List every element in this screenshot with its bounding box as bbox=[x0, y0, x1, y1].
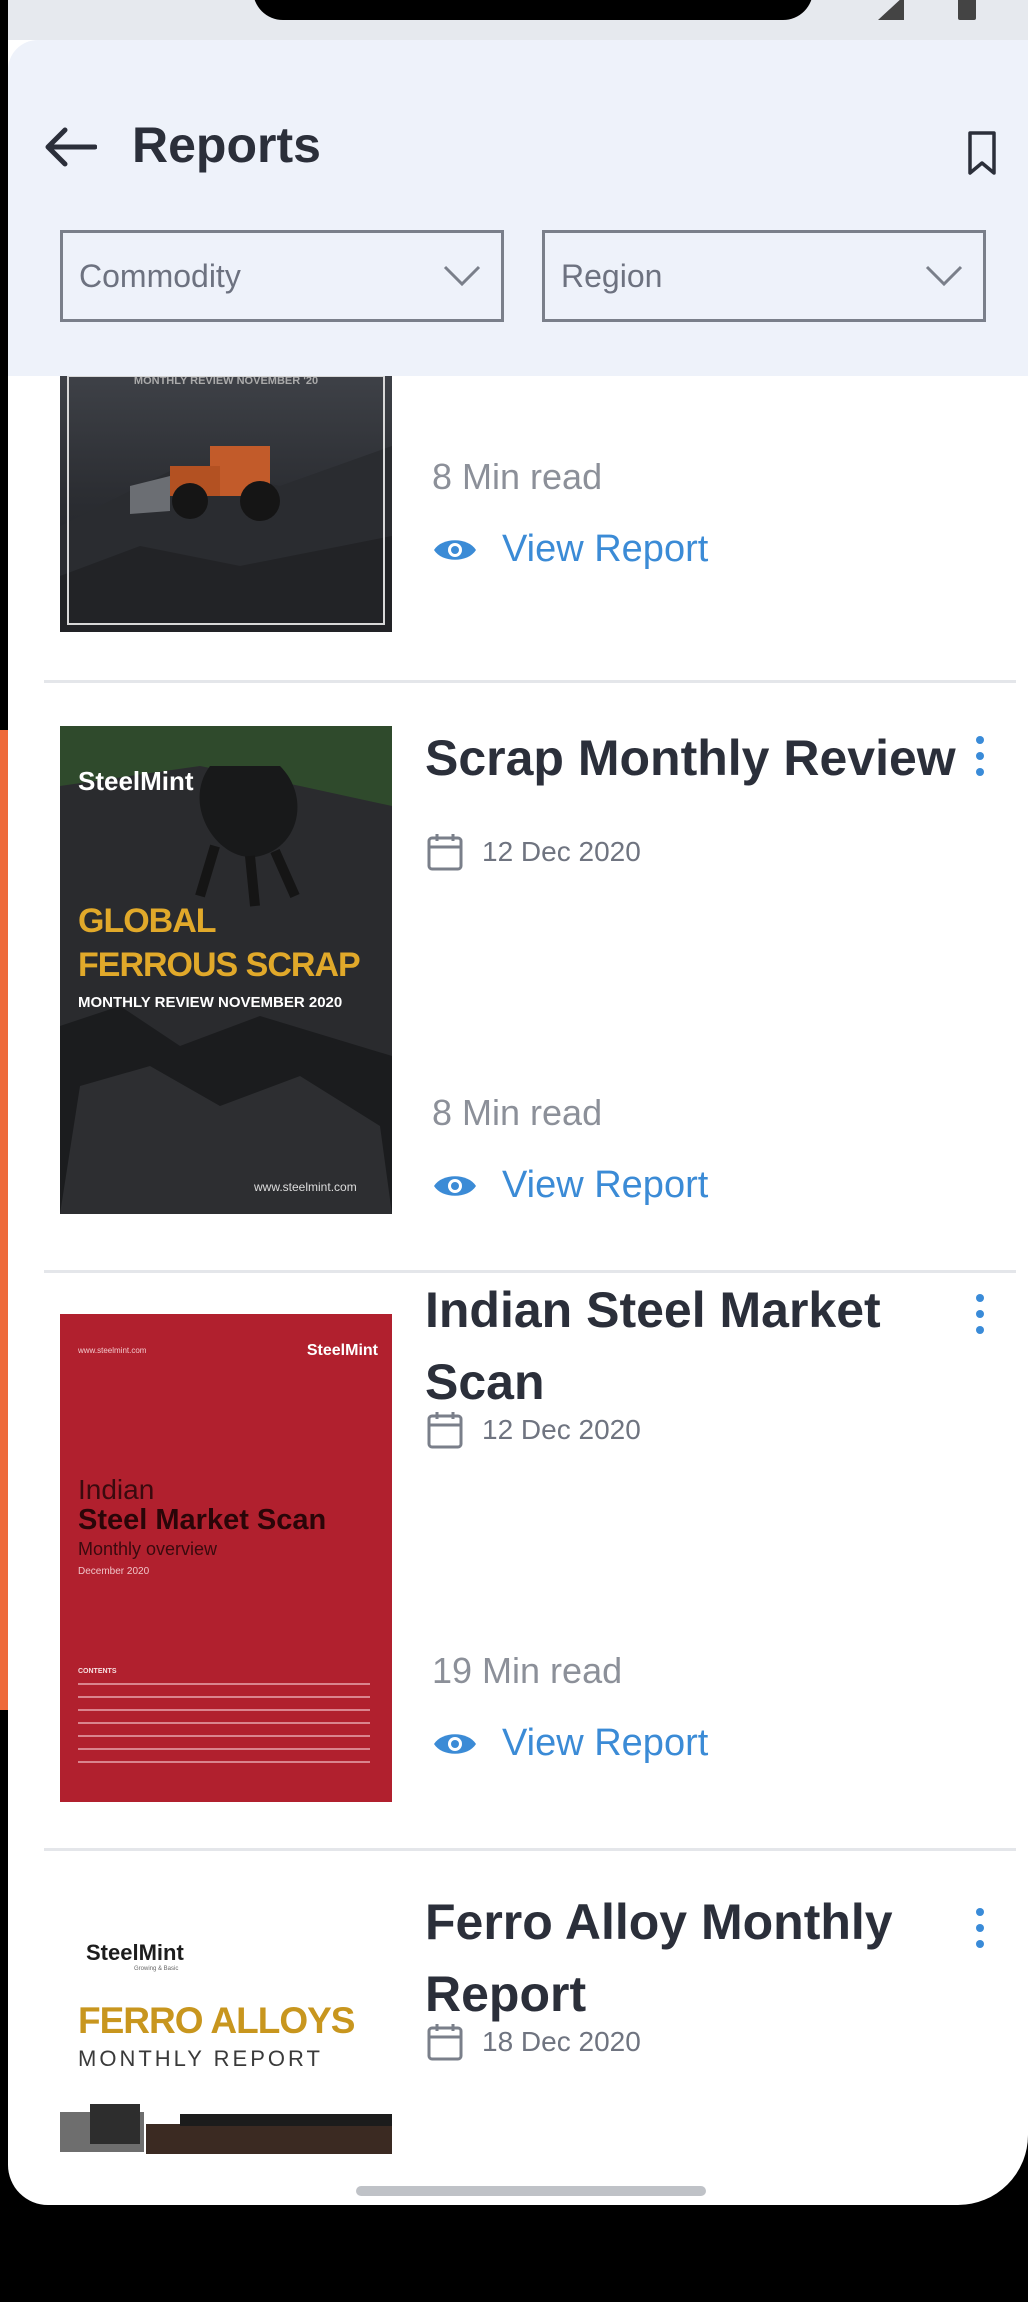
report-title[interactable]: Ferro Alloy Monthly Report bbox=[425, 1886, 965, 2030]
chevron-down-icon bbox=[443, 265, 481, 287]
cover-line: Steel Market Scan bbox=[78, 1504, 327, 1536]
view-report-label: View Report bbox=[502, 1722, 709, 1764]
report-title[interactable]: Scrap Monthly Review bbox=[425, 722, 965, 794]
more-options-button[interactable] bbox=[964, 1900, 994, 1960]
bookmark-icon bbox=[968, 131, 996, 175]
page-title: Reports bbox=[132, 117, 321, 173]
cover-photo-strip bbox=[60, 2104, 392, 2154]
cover-line: Indian bbox=[78, 1474, 155, 1505]
bookmark-button[interactable] bbox=[952, 118, 1012, 188]
more-dot bbox=[976, 1908, 984, 1916]
cover-contents-lines bbox=[78, 1683, 370, 1763]
more-options-button[interactable] bbox=[964, 1286, 994, 1346]
read-time: 19 Min read bbox=[432, 1650, 623, 1691]
cover-subtitle: Monthly overview bbox=[78, 1539, 218, 1559]
eye-icon bbox=[434, 539, 476, 560]
read-time: 8 Min read bbox=[432, 456, 603, 497]
commodity-dropdown[interactable]: Commodity bbox=[60, 230, 504, 322]
cover-line: FERROUS SCRAP bbox=[78, 946, 361, 984]
report-date-row: 12 Dec 2020 bbox=[426, 1410, 641, 1450]
calendar-icon bbox=[427, 2024, 463, 2061]
report-card: SteelMint GLOBAL FERROUS SCRAP MONTHLY R… bbox=[8, 686, 1028, 1274]
arrow-left-icon bbox=[45, 127, 97, 167]
report-date-row: 18 Dec 2020 bbox=[426, 2022, 641, 2062]
eye-icon bbox=[434, 1175, 476, 1196]
screen: Reports Commodity Region MONTHLY REVIEW … bbox=[0, 0, 1028, 2302]
region-dropdown-label: Region bbox=[561, 257, 663, 294]
signal-battery-icon bbox=[878, 0, 976, 20]
calendar-icon bbox=[427, 1412, 463, 1449]
cover-brand: SteelMint bbox=[86, 1940, 184, 1965]
cover-subtitle: MONTHLY REVIEW NOVEMBER 2020 bbox=[78, 994, 343, 1011]
report-date: 12 Dec 2020 bbox=[482, 1414, 641, 1445]
more-dot bbox=[976, 736, 984, 744]
report-thumbnail[interactable]: SteelMint Growing & Basic FERRO ALLOYS M… bbox=[60, 1916, 392, 2166]
commodity-dropdown-label: Commodity bbox=[79, 257, 241, 294]
home-indicator[interactable] bbox=[356, 2186, 706, 2196]
report-date: 18 Dec 2020 bbox=[482, 2026, 641, 2057]
cover-brand: SteelMint bbox=[78, 766, 194, 796]
report-date-row: 12 Dec 2020 bbox=[426, 832, 641, 872]
loader-truck-image bbox=[60, 376, 392, 632]
app-window: Reports Commodity Region MONTHLY REVIEW … bbox=[8, 0, 1028, 2205]
cover-brand: SteelMint bbox=[306, 1342, 378, 1359]
view-report-label: View Report bbox=[502, 1164, 709, 1206]
more-dot bbox=[976, 1940, 984, 1948]
read-time: 8 Min read bbox=[432, 1092, 603, 1133]
report-thumbnail[interactable]: www.steelmint.com SteelMint Indian Steel… bbox=[60, 1314, 392, 1802]
cover-contents-heading: CONTENTS bbox=[78, 1668, 117, 1675]
status-bar bbox=[8, 0, 1028, 40]
chevron-down-icon bbox=[925, 265, 963, 287]
divider bbox=[44, 1848, 1016, 1851]
report-date: 12 Dec 2020 bbox=[482, 836, 641, 867]
more-options-button[interactable] bbox=[964, 728, 994, 788]
view-report-link[interactable]: View Report bbox=[432, 1164, 708, 1207]
report-card: www.steelmint.com SteelMint Indian Steel… bbox=[8, 1274, 1028, 1878]
view-report-label: View Report bbox=[502, 528, 709, 570]
view-report-link[interactable]: View Report bbox=[432, 1722, 708, 1765]
cover-url: www.steelmint.com bbox=[254, 1180, 357, 1194]
more-dot bbox=[976, 768, 984, 776]
report-thumbnail[interactable]: MONTHLY REVIEW NOVEMBER '20 bbox=[60, 376, 392, 632]
status-icons bbox=[878, 0, 998, 31]
more-dot bbox=[976, 752, 984, 760]
cover-line: FERRO ALLOYS bbox=[78, 2000, 355, 2041]
calendar-icon bbox=[427, 834, 463, 871]
background-edge bbox=[0, 730, 8, 1710]
more-dot bbox=[976, 1310, 984, 1318]
report-card: SteelMint Growing & Basic FERRO ALLOYS M… bbox=[8, 1876, 1028, 2166]
report-title[interactable]: Indian Steel Market Scan bbox=[425, 1274, 965, 1418]
divider bbox=[44, 680, 1016, 683]
cover-date: December 2020 bbox=[78, 1566, 150, 1577]
more-dot bbox=[976, 1294, 984, 1302]
app-header: Reports Commodity Region bbox=[8, 40, 1028, 376]
report-thumbnail[interactable]: SteelMint GLOBAL FERROUS SCRAP MONTHLY R… bbox=[60, 726, 392, 1214]
more-dot bbox=[976, 1326, 984, 1334]
cover-tagline: Growing & Basic bbox=[134, 1966, 179, 1972]
eye-icon bbox=[434, 1733, 476, 1754]
report-list[interactable]: MONTHLY REVIEW NOVEMBER '20 8 Min read V… bbox=[8, 376, 1028, 2166]
view-report-link[interactable]: View Report bbox=[432, 528, 708, 571]
camera-notch bbox=[253, 0, 813, 20]
back-button[interactable] bbox=[36, 112, 106, 182]
more-dot bbox=[976, 1924, 984, 1932]
report-card: MONTHLY REVIEW NOVEMBER '20 8 Min read V… bbox=[8, 376, 1028, 683]
divider bbox=[44, 1270, 1016, 1273]
cover-subtitle: MONTHLY REPORT bbox=[78, 2046, 323, 2071]
cover-line: GLOBAL bbox=[78, 902, 217, 940]
region-dropdown[interactable]: Region bbox=[542, 230, 986, 322]
cover-url: www.steelmint.com bbox=[78, 1346, 147, 1355]
